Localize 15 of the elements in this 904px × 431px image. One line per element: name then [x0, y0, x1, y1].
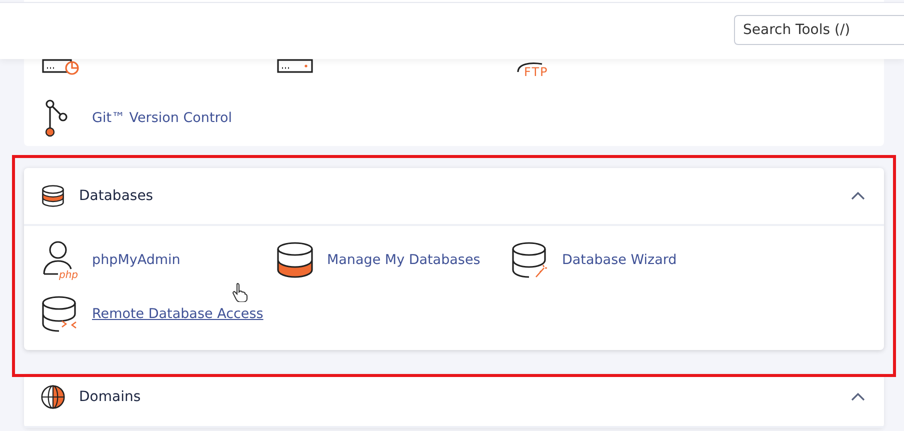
tool-link[interactable]: phpMyAdmin	[92, 252, 180, 268]
database-wand-icon	[510, 240, 550, 280]
section-title: Databases	[79, 188, 154, 204]
hand-cursor-icon	[232, 282, 248, 302]
collapse-chevron-icon[interactable]	[851, 191, 865, 201]
tool-link[interactable]: Git™ Version Control	[92, 110, 232, 126]
tool-link[interactable]: Database Wizard	[562, 252, 677, 268]
globe-icon	[40, 384, 66, 410]
section-title: Domains	[79, 389, 142, 405]
search-field[interactable]: Search Tools (/)	[734, 14, 904, 44]
tool-link[interactable]: Manage My Databases	[327, 252, 480, 268]
tool-link[interactable]: Remote Database Access	[92, 306, 264, 322]
collapse-chevron-icon[interactable]	[851, 392, 865, 402]
database-icon	[275, 240, 315, 280]
database-icon	[40, 183, 66, 209]
